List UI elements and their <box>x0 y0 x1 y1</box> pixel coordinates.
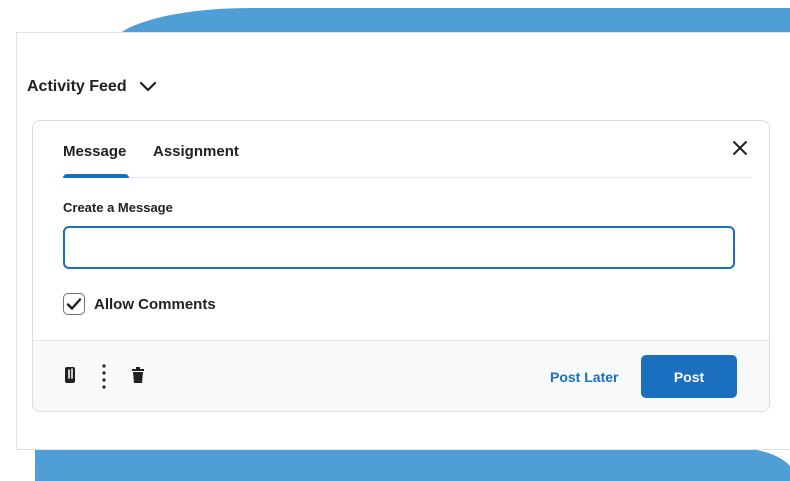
more-vertical-icon[interactable] <box>101 363 107 394</box>
chevron-down-icon[interactable] <box>139 81 157 93</box>
message-input[interactable] <box>63 226 735 269</box>
close-icon[interactable] <box>729 137 751 159</box>
composer-tabs: Message Assignment <box>63 121 751 178</box>
post-later-button[interactable]: Post Later <box>550 369 618 385</box>
allow-comments-checkbox[interactable] <box>63 293 85 315</box>
decorative-bottom-shape <box>35 448 790 481</box>
composer-footer: Post Later Post <box>33 340 769 411</box>
post-button[interactable]: Post <box>641 355 737 398</box>
message-composer-card: Message Assignment Create a Message Allo… <box>32 120 770 412</box>
tab-assignment[interactable]: Assignment <box>153 143 239 160</box>
paperclip-icon[interactable] <box>63 366 77 389</box>
page: Activity Feed Message Assignment Create … <box>0 0 790 481</box>
create-message-label: Create a Message <box>63 200 173 215</box>
trash-icon[interactable] <box>131 366 145 389</box>
checkmark-icon <box>66 298 82 310</box>
tab-message[interactable]: Message <box>63 143 126 160</box>
selected-tab-indicator <box>63 174 129 178</box>
activity-feed-title: Activity Feed <box>27 78 127 95</box>
allow-comments-label: Allow Comments <box>94 295 216 313</box>
activity-feed-header[interactable]: Activity Feed <box>27 78 157 96</box>
allow-comments-checkbox-row[interactable]: Allow Comments <box>63 293 216 315</box>
